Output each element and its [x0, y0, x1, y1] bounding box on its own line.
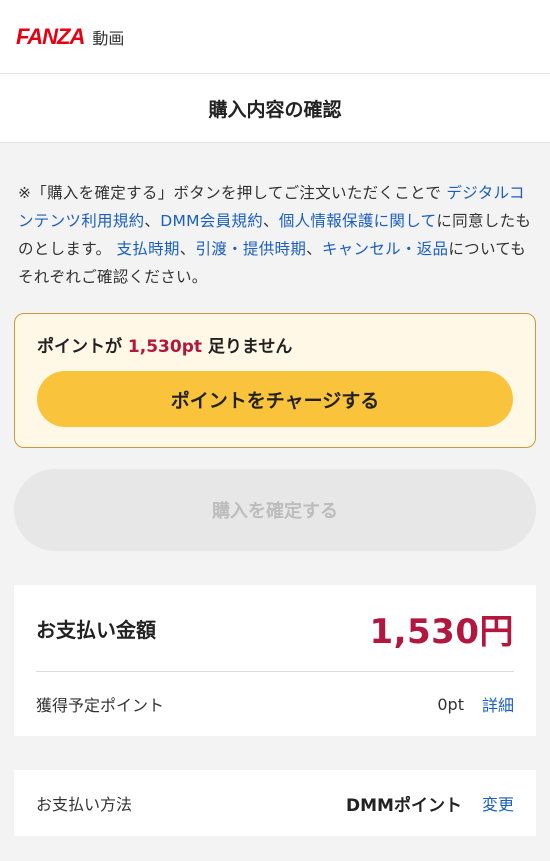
payment-method-value: DMMポイント [346, 795, 462, 816]
point-shortage-box: ポイントが 1,530pt 足りません ポイントをチャージする [14, 313, 536, 448]
page-title: 購入内容の確認 [208, 98, 342, 121]
points-detail-link[interactable]: 詳細 [482, 692, 514, 716]
earned-points-label: 獲得予定ポイント [36, 696, 165, 715]
payment-amount-label: お支払い金額 [36, 617, 156, 642]
notice-text-1: ※「購入を確定する」ボタンを押してご注文いただくことで [18, 184, 442, 202]
link-dmm-member-terms[interactable]: DMM会員規約 [160, 212, 263, 230]
notice-sep: 、 [263, 212, 279, 230]
confirm-purchase-button: 購入を確定する [14, 469, 536, 551]
shortage-amount: 1,530pt [127, 337, 202, 357]
link-delivery-timing[interactable]: 引渡・提供時期 [196, 240, 307, 258]
title-bar: 購入内容の確認 [0, 74, 550, 143]
shortage-prefix: ポイントが [37, 337, 122, 357]
payment-method-label: お支払い方法 [36, 795, 133, 814]
link-privacy[interactable]: 個人情報保護に関して [279, 212, 437, 230]
shortage-message: ポイントが 1,530pt 足りません [37, 332, 513, 357]
charge-points-button[interactable]: ポイントをチャージする [37, 371, 513, 427]
terms-notice: ※「購入を確定する」ボタンを押してご注文いただくことで デジタルコンテンツ利用規… [0, 143, 550, 291]
payment-amount-row: お支払い金額 1,530円 [36, 585, 514, 672]
earned-points-row: 獲得予定ポイント 0pt 詳細 [36, 672, 514, 736]
payment-summary: お支払い金額 1,530円 獲得予定ポイント 0pt 詳細 [14, 585, 536, 736]
link-payment-timing[interactable]: 支払時期 [117, 240, 180, 258]
notice-sep: 、 [179, 240, 196, 258]
payment-amount-value: 1,530円 [369, 611, 514, 652]
fanza-logo: FANZA [16, 23, 85, 49]
brand-logo[interactable]: FANZA 動画 [16, 24, 124, 50]
link-cancel-return[interactable]: キャンセル・返品 [322, 240, 448, 258]
change-payment-method-link[interactable]: 変更 [482, 791, 514, 815]
top-bar: FANZA 動画 [0, 0, 550, 74]
payment-method-row: お支払い方法 DMMポイント 変更 [14, 770, 536, 836]
notice-sep: 、 [144, 212, 161, 230]
earned-points-value: 0pt [437, 694, 464, 714]
section-label: 動画 [92, 28, 125, 48]
shortage-suffix: 足りません [207, 337, 293, 357]
notice-sep: 、 [306, 240, 322, 258]
